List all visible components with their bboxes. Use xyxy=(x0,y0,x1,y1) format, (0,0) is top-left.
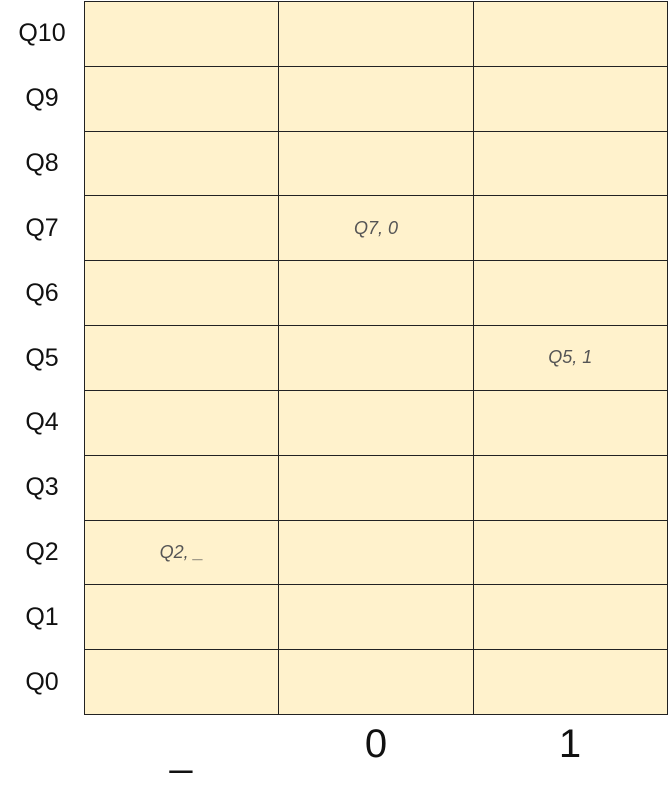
row-label-q7: Q7 xyxy=(25,214,59,242)
cell-q10-1 xyxy=(473,2,668,67)
row-label-q6: Q6 xyxy=(25,279,59,307)
cell-q2-0 xyxy=(279,520,474,586)
cell-q0-1 xyxy=(473,650,668,715)
row-label-q9: Q9 xyxy=(25,84,59,112)
cell-q6-blank xyxy=(85,261,280,327)
cell-q10-0 xyxy=(279,2,474,67)
cell-q3-1 xyxy=(473,455,668,521)
cell-q3-0 xyxy=(279,455,474,521)
cell-q10-blank xyxy=(85,2,280,67)
row-label-q0: Q0 xyxy=(25,668,59,696)
column-label-1: 1 xyxy=(558,722,582,766)
cell-q1-1 xyxy=(473,585,668,651)
cell-q3-blank xyxy=(85,455,280,521)
cell-q4-blank xyxy=(85,390,280,456)
cell-q9-1 xyxy=(473,66,668,132)
cell-q7-0: Q7, 0 xyxy=(279,196,474,262)
table-grid: Q7, 0 Q5, 1 Q2, _ xyxy=(84,1,668,715)
cell-q9-0 xyxy=(279,66,474,132)
row-label-q5: Q5 xyxy=(25,344,59,372)
cell-q8-0 xyxy=(279,131,474,197)
cell-q4-1 xyxy=(473,390,668,456)
row-label-q10: Q10 xyxy=(18,19,66,47)
row-label-q8: Q8 xyxy=(25,149,59,177)
cell-q1-blank xyxy=(85,585,280,651)
cell-q4-0 xyxy=(279,390,474,456)
cell-q9-blank xyxy=(85,66,280,132)
cell-q8-1 xyxy=(473,131,668,197)
column-label-blank: _ xyxy=(169,730,193,774)
transition-table: Q10 Q9 Q8 Q7 Q6 Q5 Q4 Q3 Q2 Q1 Q0 Q7, 0 xyxy=(0,0,669,799)
cell-q0-0 xyxy=(279,650,474,715)
cell-q5-blank xyxy=(85,326,280,391)
row-label-q2: Q2 xyxy=(25,538,59,566)
cell-q7-blank xyxy=(85,196,280,262)
cell-q0-blank xyxy=(85,650,280,715)
cell-q1-0 xyxy=(279,585,474,651)
cell-q2-blank: Q2, _ xyxy=(85,520,280,586)
cell-q8-blank xyxy=(85,131,280,197)
cell-q5-1: Q5, 1 xyxy=(473,326,668,391)
cell-q5-0 xyxy=(279,326,474,391)
row-label-q3: Q3 xyxy=(25,473,59,501)
cell-q6-0 xyxy=(279,261,474,327)
cell-q7-1 xyxy=(473,196,668,262)
row-label-q1: Q1 xyxy=(25,603,59,631)
cell-q2-1 xyxy=(473,520,668,586)
column-label-0: 0 xyxy=(364,722,388,766)
row-label-q4: Q4 xyxy=(25,408,59,436)
cell-q6-1 xyxy=(473,261,668,327)
